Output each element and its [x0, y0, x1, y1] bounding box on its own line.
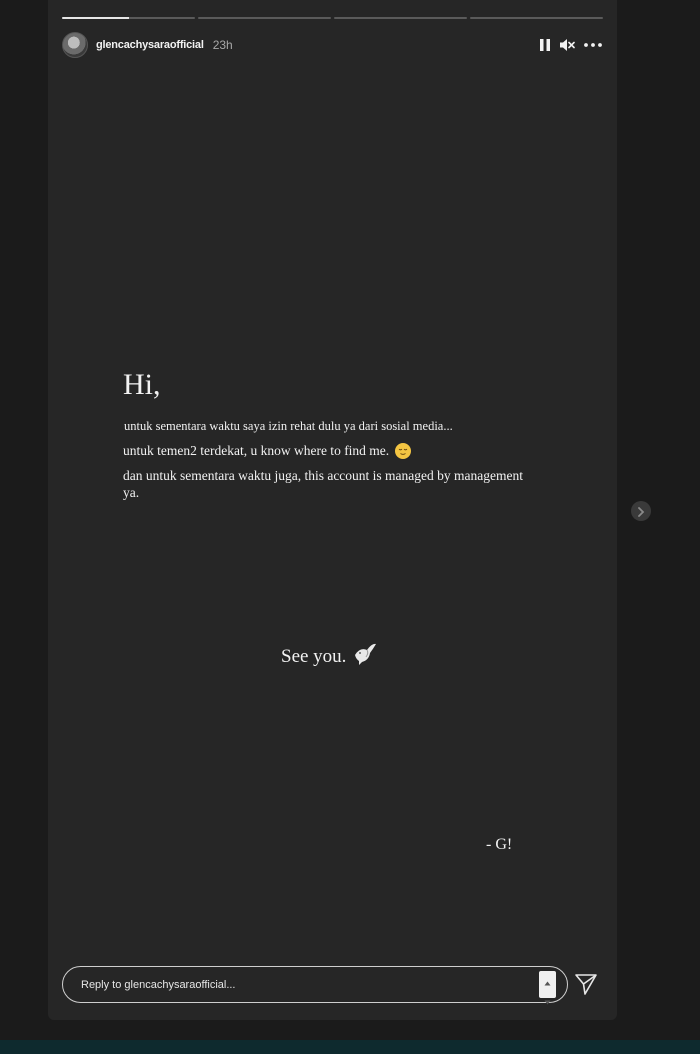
story-viewer[interactable]: glencachysaraofficial 23h Hi, untuk seme…: [48, 0, 617, 1020]
greeting-text: Hi,: [123, 368, 161, 401]
message-line-2-row: untuk temen2 terdekat, u know where to f…: [123, 443, 523, 459]
next-story-button[interactable]: [631, 501, 651, 521]
message-line-1: untuk sementara waktu saya izin rehat du…: [124, 419, 453, 433]
dove-emoji-icon: [352, 641, 378, 673]
progress-segment: [470, 17, 603, 19]
relieved-face-emoji-icon: [395, 443, 412, 459]
taskbar-strip: [0, 1040, 700, 1054]
progress-segment: [62, 17, 195, 19]
pause-icon[interactable]: [539, 38, 551, 52]
header-controls: [539, 38, 603, 52]
more-options-icon[interactable]: [583, 42, 603, 48]
farewell-text: See you.: [281, 646, 347, 667]
message-line-3: dan untuk sementara waktu juga, this acc…: [123, 468, 524, 500]
stepper-up-icon[interactable]: [544, 971, 551, 990]
signature-text: - G!: [486, 836, 513, 853]
story-progress-bar: [62, 17, 603, 20]
mute-icon[interactable]: [559, 38, 575, 52]
story-timestamp: 23h: [212, 38, 233, 52]
input-stepper[interactable]: [539, 971, 556, 1005]
progress-segment: [334, 17, 467, 19]
message-line-2: untuk temen2 terdekat, u know where to f…: [123, 443, 390, 458]
farewell-row: See you.: [281, 641, 378, 673]
reply-input[interactable]: [63, 977, 523, 992]
stepper-down-icon[interactable]: [544, 990, 551, 1009]
story-text-block: Hi, untuk sementara waktu saya izin reha…: [123, 368, 523, 501]
username[interactable]: glencachysaraofficial: [96, 39, 204, 51]
reply-box: [62, 966, 568, 1005]
send-icon: [574, 974, 598, 1000]
page: glencachysaraofficial 23h Hi, untuk seme…: [0, 0, 700, 1054]
send-button[interactable]: [574, 972, 598, 996]
chevron-right-icon: [637, 502, 645, 521]
progress-segment: [198, 17, 331, 19]
avatar[interactable]: [62, 32, 88, 58]
story-header: glencachysaraofficial 23h: [62, 32, 603, 58]
